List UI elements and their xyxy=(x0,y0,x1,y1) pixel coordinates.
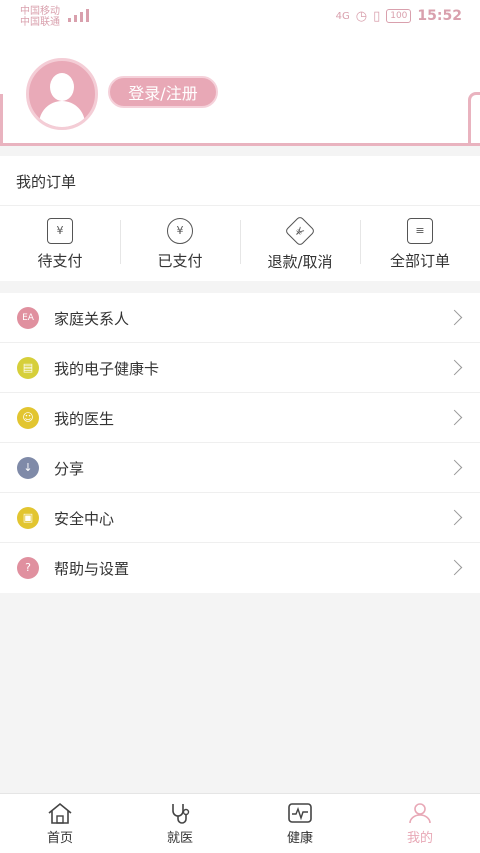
family-contacts-icon: EA xyxy=(17,307,39,329)
tab-label: 我的 xyxy=(406,831,433,846)
carrier-primary: 中国移动 xyxy=(20,6,60,17)
menu-item-label: 帮助与设置 xyxy=(54,560,130,578)
order-label: 待支付 xyxy=(37,252,83,270)
profile-icon xyxy=(409,803,431,824)
menu-item-label: 家庭关系人 xyxy=(54,310,130,328)
doctor-icon: ☺ xyxy=(17,407,39,429)
avatar-head-icon xyxy=(50,73,74,101)
menu-item-health-card[interactable]: ▤ 我的电子健康卡 xyxy=(0,343,480,393)
menu-item-label: 我的电子健康卡 xyxy=(54,360,160,378)
menu-item-share[interactable]: ↓ 分享 xyxy=(0,443,480,493)
order-refund-cancel[interactable]: ¥ 退款/取消 xyxy=(240,206,360,281)
profile-header: 登录/注册 xyxy=(0,34,480,146)
paid-icon: ¥ xyxy=(167,218,193,244)
orders-row: ¥ 待支付 ¥ 已支付 ¥ 退款/取消 ≡ 全部订单 xyxy=(0,206,480,281)
chevron-right-icon xyxy=(446,559,463,576)
header-accent-left xyxy=(0,94,3,146)
pending-payment-icon: ¥ xyxy=(47,218,73,244)
help-icon: ? xyxy=(17,557,39,579)
share-icon: ↓ xyxy=(17,457,39,479)
orders-section: 我的订单 ¥ 待支付 ¥ 已支付 ¥ 退款/取消 ≡ 全部订单 xyxy=(0,156,480,281)
orders-title: 我的订单 xyxy=(16,173,77,191)
tab-label: 就医 xyxy=(166,831,193,846)
chevron-right-icon xyxy=(446,309,463,326)
stethoscope-icon xyxy=(172,804,190,824)
health-card-icon: ▤ xyxy=(17,357,39,379)
avatar-body-icon xyxy=(39,101,85,127)
menu-item-my-doctor[interactable]: ☺ 我的医生 xyxy=(0,393,480,443)
tab-health[interactable]: 健康 xyxy=(240,794,360,853)
menu-item-label: 安全中心 xyxy=(54,510,115,528)
home-icon xyxy=(48,802,72,824)
menu-item-label: 分享 xyxy=(54,460,85,478)
menu-item-security-center[interactable]: ▣ 安全中心 xyxy=(0,493,480,543)
menu-item-label: 我的医生 xyxy=(54,410,115,428)
signal-strength-icon xyxy=(68,9,89,22)
clock: 15:52 xyxy=(417,8,462,24)
status-bar: 中国移动 中国联通 4G ◷ ▯ 100 15:52 xyxy=(0,0,480,34)
order-all[interactable]: ≡ 全部订单 xyxy=(360,206,480,281)
network-type: 4G xyxy=(335,10,350,22)
chevron-right-icon xyxy=(446,509,463,526)
lock-icon: ▣ xyxy=(17,507,39,529)
login-register-button[interactable]: 登录/注册 xyxy=(108,76,218,108)
menu-item-family-contacts[interactable]: EA 家庭关系人 xyxy=(0,293,480,343)
status-indicators: 4G ◷ ▯ 100 15:52 xyxy=(336,8,462,24)
carrier-info: 中国移动 中国联通 xyxy=(20,6,60,28)
tab-label: 首页 xyxy=(46,831,73,846)
order-label: 全部订单 xyxy=(389,252,450,270)
tab-home[interactable]: 首页 xyxy=(0,794,120,853)
tab-medical[interactable]: 就医 xyxy=(120,794,240,853)
all-orders-icon: ≡ xyxy=(407,218,433,244)
order-pending-payment[interactable]: ¥ 待支付 xyxy=(0,206,120,281)
health-monitor-icon xyxy=(288,803,312,823)
order-paid[interactable]: ¥ 已支付 xyxy=(120,206,240,281)
chevron-right-icon xyxy=(446,409,463,426)
tab-profile[interactable]: 我的 xyxy=(360,794,480,853)
tab-label: 健康 xyxy=(286,831,313,846)
menu-item-help-settings[interactable]: ? 帮助与设置 xyxy=(0,543,480,593)
battery-icon: 100 xyxy=(386,9,412,23)
vibrate-icon: ▯ xyxy=(373,8,381,24)
carrier-secondary: 中国联通 xyxy=(20,17,60,28)
refund-icon: ¥ xyxy=(284,215,316,247)
settings-menu: EA 家庭关系人 ▤ 我的电子健康卡 ☺ 我的医生 ↓ 分享 ▣ 安全中心 ? … xyxy=(0,293,480,593)
chevron-right-icon xyxy=(446,359,463,376)
chevron-right-icon xyxy=(446,459,463,476)
avatar[interactable] xyxy=(26,58,98,130)
bottom-tab-bar: 首页 就医 健康 我的 xyxy=(0,793,480,853)
order-label: 退款/取消 xyxy=(267,253,333,271)
header-accent-right xyxy=(468,92,480,146)
order-label: 已支付 xyxy=(157,252,203,270)
alarm-icon: ◷ xyxy=(355,8,368,24)
